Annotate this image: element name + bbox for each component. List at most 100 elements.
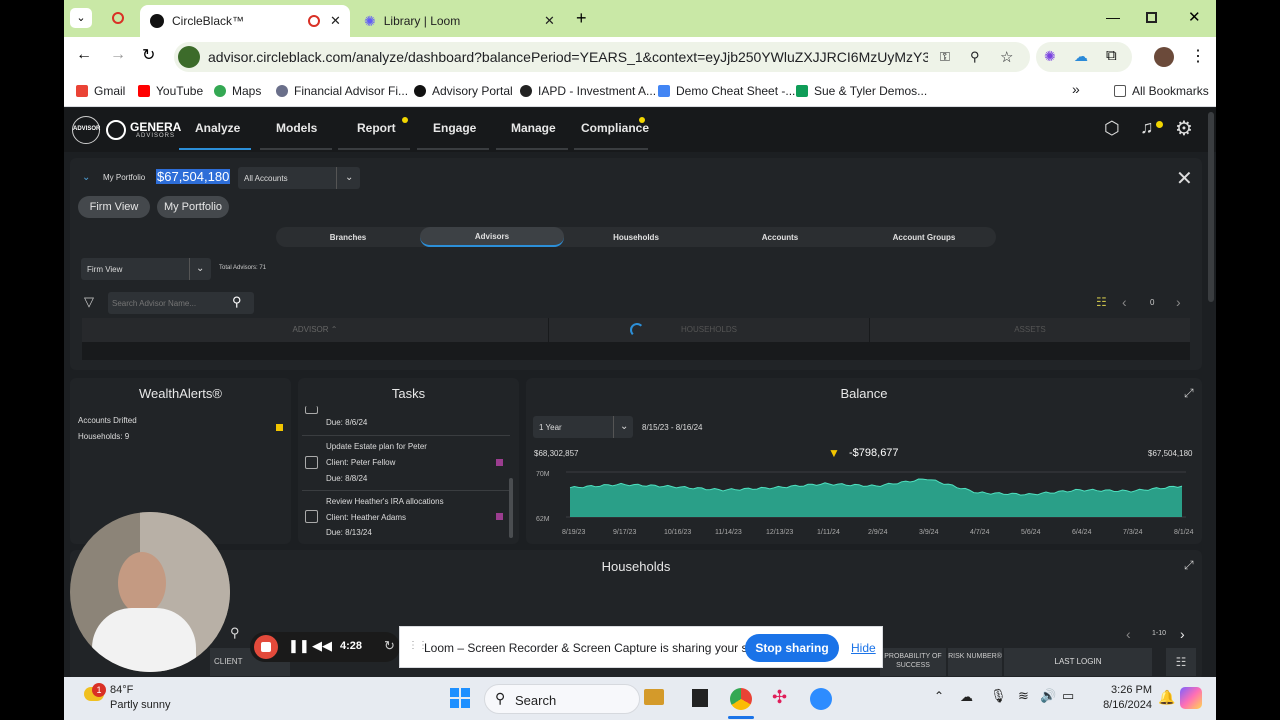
zoom-icon[interactable]: ⚲ <box>970 49 980 65</box>
taskbar-search[interactable]: ⚲ Search <box>484 684 640 714</box>
search-icon[interactable]: ⚲ <box>232 294 242 310</box>
expand-icon[interactable]: ⤢ <box>1184 386 1194 401</box>
bookmark-sue-tyler[interactable]: Sue & Tyler Demos... <box>796 84 927 98</box>
hide-link[interactable]: Hide <box>851 641 876 655</box>
page-scrollbar[interactable] <box>1208 112 1214 302</box>
bookmark-financial-advisor[interactable]: Financial Advisor Fi... <box>276 84 408 98</box>
wifi-icon[interactable]: ≋ <box>1018 688 1029 704</box>
battery-icon[interactable]: ▭ <box>1062 688 1074 704</box>
stop-sharing-button[interactable]: Stop sharing <box>745 634 839 662</box>
firm-view-button[interactable]: Firm View <box>78 196 150 218</box>
extensions-puzzle-icon[interactable]: ⧉ <box>1106 47 1117 64</box>
column-households[interactable]: HOUSEHOLDS <box>549 318 869 342</box>
forward-icon[interactable]: → <box>110 46 126 64</box>
bookmark-demo-cheat-sheet[interactable]: Demo Cheat Sheet -... <box>658 84 795 98</box>
nav-engage[interactable]: Engage <box>433 121 476 135</box>
column-probability[interactable]: PROBABILITY OF SUCCESS <box>880 648 946 676</box>
prev-page-icon[interactable]: ‹ <box>1122 294 1127 310</box>
bookmark-youtube[interactable]: YouTube <box>138 84 203 98</box>
chrome-icon[interactable] <box>730 688 752 710</box>
bookmarks-overflow-icon[interactable]: » <box>1072 81 1080 97</box>
profile-avatar[interactable] <box>1154 47 1174 67</box>
cloud-sync-icon[interactable]: ☁ <box>960 689 973 705</box>
nav-manage[interactable]: Manage <box>511 121 556 135</box>
expand-icon[interactable]: ⤢ <box>1184 558 1194 573</box>
search-icon[interactable]: ⚲ <box>230 625 240 641</box>
menu-kebab-icon[interactable]: ⋮ <box>1190 46 1206 66</box>
nav-analyze[interactable]: Analyze <box>195 121 240 135</box>
nav-report[interactable]: Report <box>357 121 396 135</box>
microphone-icon[interactable]: 🎙 <box>990 688 1007 704</box>
bell-icon[interactable]: ♫ <box>1140 117 1154 138</box>
period-select[interactable]: 1 Year ⌄ <box>533 416 633 438</box>
nav-compliance[interactable]: Compliance <box>581 121 649 135</box>
segment-households[interactable]: Households <box>564 227 708 247</box>
close-window-icon[interactable]: ✕ <box>1188 8 1201 26</box>
filter-icon[interactable]: ▽ <box>84 294 94 310</box>
bookmark-gmail[interactable]: Gmail <box>76 84 125 98</box>
view-select[interactable]: Firm View ⌄ <box>81 258 211 280</box>
pause-icon[interactable]: ❚❚ <box>288 638 310 654</box>
nav-models[interactable]: Models <box>276 121 317 135</box>
segment-account-groups[interactable]: Account Groups <box>852 227 996 247</box>
bookmark-star-icon[interactable]: ☆ <box>1000 48 1013 66</box>
bookmark-advisory-portal[interactable]: Advisory Portal <box>414 84 513 98</box>
segment-accounts[interactable]: Accounts <box>708 227 852 247</box>
column-last-login[interactable]: LAST LOGIN <box>1004 648 1152 676</box>
task-name[interactable]: Review Heather's IRA allocations <box>326 497 444 506</box>
minimize-icon[interactable]: — <box>1106 9 1120 25</box>
tab-loom[interactable]: ✺ Library | Loom ✕ <box>354 5 564 37</box>
close-tab-icon[interactable]: ✕ <box>544 13 555 29</box>
task-name[interactable]: Update Estate plan for Peter <box>326 442 427 451</box>
close-panel-icon[interactable]: ✕ <box>1176 166 1193 191</box>
collapse-chevron-icon[interactable]: ⌄ <box>82 172 90 183</box>
column-settings-icon[interactable]: ☷ <box>1166 648 1196 676</box>
rewind-icon[interactable]: ◀◀ <box>312 638 332 654</box>
windows-start-icon[interactable] <box>450 688 470 708</box>
back-icon[interactable]: ← <box>76 46 92 64</box>
loom-extension-icon[interactable]: ✺ <box>1044 48 1056 65</box>
column-advisor[interactable]: ADVISOR ⌃ <box>82 318 548 342</box>
search-advisor-box[interactable]: ⚲ <box>108 292 254 314</box>
prev-page-icon[interactable]: ‹ <box>1126 626 1131 642</box>
account-select[interactable]: All Accounts ⌄ <box>238 167 360 189</box>
column-assets[interactable]: ASSETS <box>870 318 1190 342</box>
alert-accounts-drifted[interactable]: Accounts Drifted <box>78 416 137 425</box>
tab-circleblack[interactable]: CircleBlack™ ✕ <box>140 5 350 37</box>
column-settings-icon[interactable]: ☷ <box>1096 295 1107 309</box>
tab-search-button[interactable]: ⌄ <box>70 8 92 28</box>
clock-time[interactable]: 3:26 PM <box>1100 684 1152 696</box>
my-portfolio-button[interactable]: My Portfolio <box>157 196 229 218</box>
app-icon[interactable] <box>692 689 708 707</box>
column-risk-number[interactable]: RISK NUMBER® <box>948 648 1002 676</box>
speaker-icon[interactable]: 🔊 <box>1040 688 1056 704</box>
work-app-icon[interactable] <box>644 689 664 705</box>
task-checkbox[interactable] <box>305 406 318 414</box>
copilot-icon[interactable] <box>1180 687 1202 709</box>
tasks-scrollbar[interactable] <box>509 478 513 538</box>
all-bookmarks[interactable]: All Bookmarks <box>1114 84 1209 98</box>
zoom-app-icon[interactable] <box>810 688 832 710</box>
cloud-extension-icon[interactable]: ☁ <box>1074 48 1088 65</box>
segment-advisors[interactable]: Advisors <box>420 227 564 247</box>
bookmark-iapd[interactable]: IAPD - Investment A... <box>520 84 656 98</box>
slack-icon[interactable]: ✣ <box>772 687 787 708</box>
site-info-icon[interactable] <box>178 46 200 68</box>
search-advisor-input[interactable] <box>112 295 228 311</box>
bookmark-maps[interactable]: Maps <box>214 84 261 98</box>
stop-recording-button[interactable] <box>254 635 278 659</box>
next-page-icon[interactable]: › <box>1180 626 1185 642</box>
restart-icon[interactable]: ↻ <box>384 638 395 654</box>
reload-icon[interactable]: ↻ <box>142 45 155 65</box>
close-tab-icon[interactable]: ✕ <box>330 13 341 29</box>
task-checkbox[interactable] <box>305 456 318 469</box>
segment-branches[interactable]: Branches <box>276 227 420 247</box>
network-icon[interactable]: ⬡ <box>1104 118 1120 139</box>
new-tab-icon[interactable]: + <box>576 8 587 29</box>
restore-icon[interactable] <box>1146 12 1157 23</box>
notification-bell-icon[interactable]: 🔔 <box>1158 689 1175 706</box>
password-key-icon[interactable]: ⚿ <box>940 49 950 65</box>
address-bar[interactable]: advisor.circleblack.com/analyze/dashboar… <box>174 42 1030 72</box>
next-page-icon[interactable]: › <box>1176 294 1181 310</box>
webcam-bubble[interactable] <box>70 512 230 672</box>
